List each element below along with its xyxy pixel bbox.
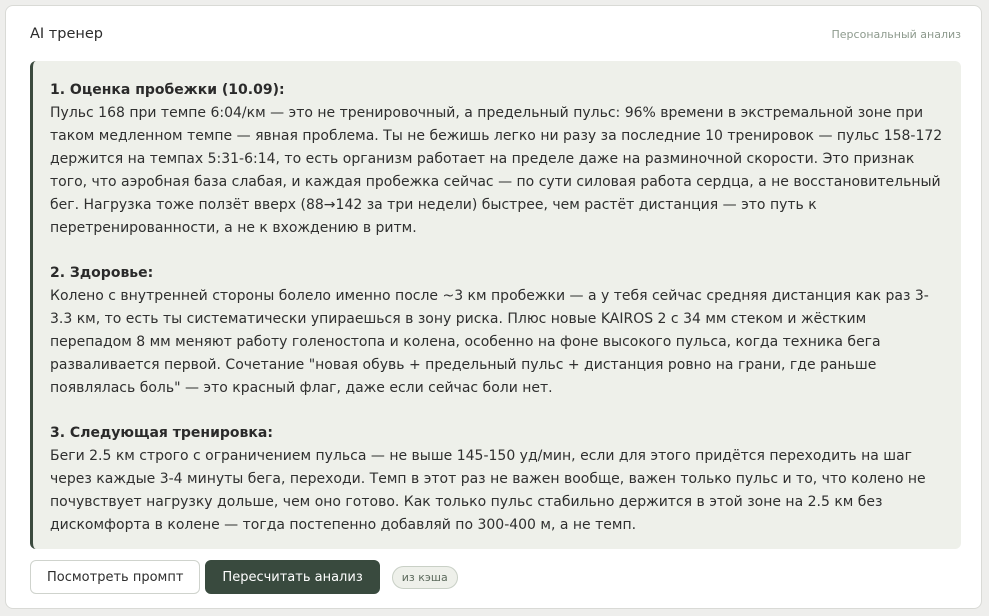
analysis-section-next-workout: 3. Следующая тренировка: Беги 2.5 км стр…	[50, 422, 945, 537]
section-heading: 2. Здоровье:	[50, 265, 154, 281]
section-heading: 1. Оценка пробежки (10.09):	[50, 82, 285, 98]
action-bar: Посмотреть промпт Пересчитать анализ из …	[30, 560, 458, 594]
section-body: Пульс 168 при темпе 6:04/км — это не тре…	[50, 105, 943, 236]
section-heading: 3. Следующая тренировка:	[50, 425, 273, 441]
ai-coach-card: AI тренер Персональный анализ 1. Оценка …	[5, 5, 982, 609]
analysis-panel: 1. Оценка пробежки (10.09): Пульс 168 пр…	[30, 61, 961, 549]
cache-status-badge: из кэша	[391, 565, 458, 589]
analysis-section-run-assessment: 1. Оценка пробежки (10.09): Пульс 168 пр…	[50, 79, 945, 240]
recalculate-analysis-button[interactable]: Пересчитать анализ	[205, 560, 380, 594]
view-prompt-button[interactable]: Посмотреть промпт	[30, 560, 201, 594]
card-title: AI тренер	[30, 26, 103, 42]
analysis-section-health: 2. Здоровье: Колено с внутренней стороны…	[50, 262, 945, 400]
section-body: Колено с внутренней стороны болело именн…	[50, 288, 929, 396]
card-subtitle: Персональный анализ	[831, 28, 961, 41]
section-body: Беги 2.5 км строго с ограничением пульса…	[50, 448, 926, 533]
